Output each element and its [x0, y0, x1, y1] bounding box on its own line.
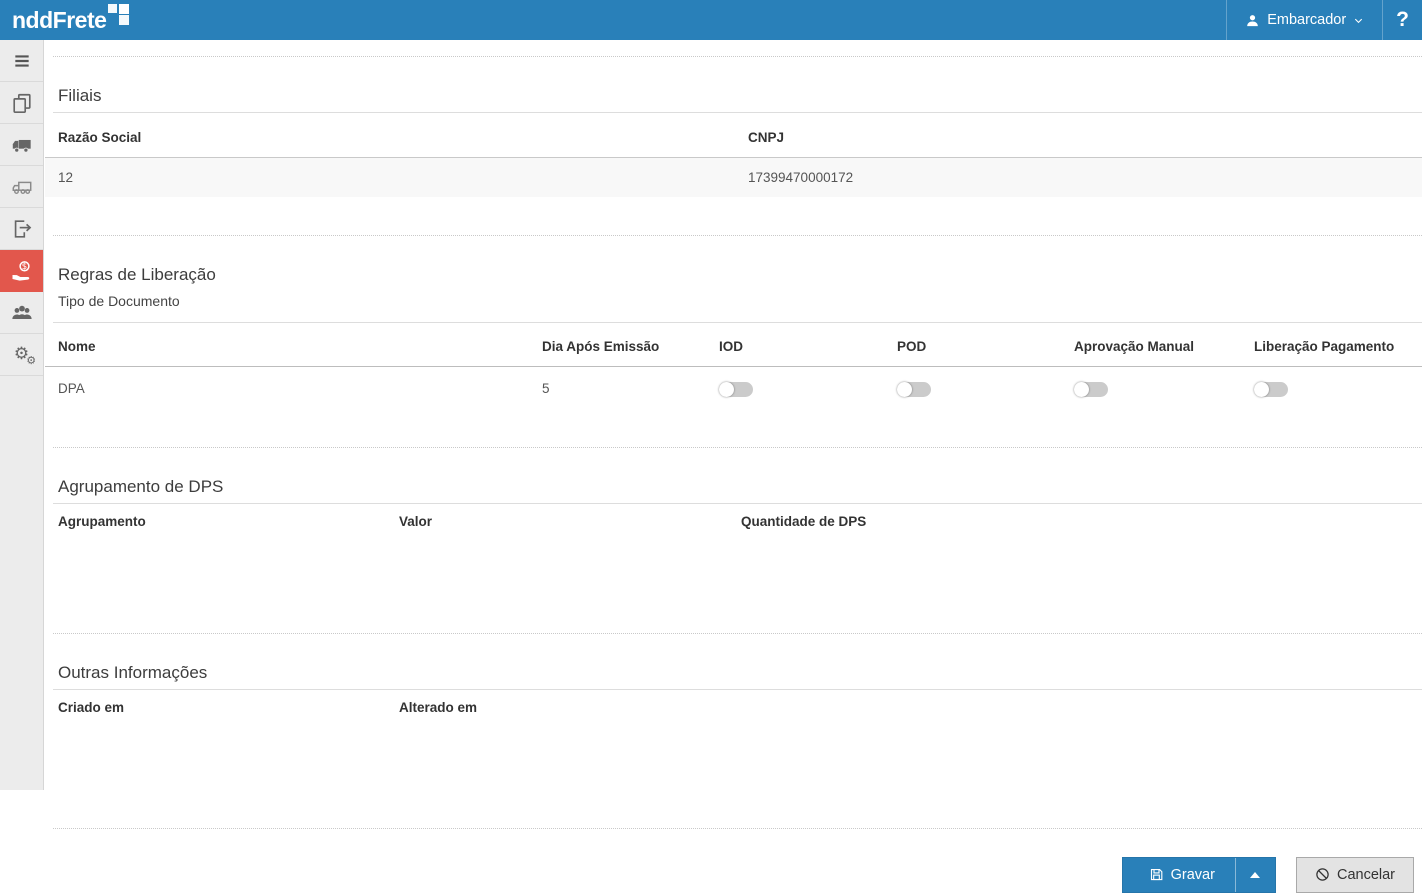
iod-toggle[interactable]	[719, 382, 753, 397]
user-menu-label: Embarcador	[1267, 12, 1346, 28]
filiais-title: Filiais	[58, 85, 1422, 106]
sidebar: $ ⚙⚙	[0, 40, 44, 790]
regra-dia-apos-emissao-value: 5	[529, 367, 706, 418]
regras-col-liberacao-pagamento: Liberação Pagamento	[1241, 323, 1422, 367]
outras-col-criado-em: Criado em	[45, 690, 386, 723]
regras-title: Regras de Liberação	[58, 264, 1422, 285]
svg-text:$: $	[21, 262, 26, 272]
save-options-caret-button[interactable]	[1235, 858, 1275, 892]
section-divider	[53, 447, 1422, 448]
filial-cnpj-value: 17399470000172	[735, 158, 1422, 198]
filiais-table: Razão Social CNPJ 12 17399470000172	[45, 113, 1422, 197]
agrupamento-col-quantidade: Quantidade de DPS	[728, 504, 1422, 537]
app-logo-text: nddFrete	[12, 3, 106, 37]
ndd-logo-mark-icon	[108, 4, 129, 25]
cancel-button[interactable]: Cancelar	[1296, 857, 1414, 893]
agrupamento-section-header: Agrupamento de DPS	[53, 476, 1422, 504]
caret-up-icon	[1250, 872, 1260, 878]
regras-section-header: Regras de Liberação Tipo de Documento	[53, 264, 1422, 323]
sidebar-item-users[interactable]	[0, 292, 43, 334]
regras-col-pod: POD	[884, 323, 1061, 367]
outras-section-header: Outras Informações	[53, 662, 1422, 690]
regras-col-aprovacao-manual: Aprovação Manual	[1061, 323, 1241, 367]
cancel-button-label: Cancelar	[1337, 867, 1395, 883]
user-menu-dropdown[interactable]: Embarcador	[1226, 0, 1382, 40]
filial-razao-social-value: 12	[45, 158, 735, 198]
section-divider	[53, 56, 1422, 57]
save-floppy-icon	[1149, 867, 1164, 882]
section-divider	[53, 828, 1422, 829]
footer-action-bar: Gravar Cancelar	[45, 857, 1422, 893]
sidebar-item-export[interactable]	[0, 208, 43, 250]
section-divider	[53, 633, 1422, 634]
aprovacao-manual-toggle[interactable]	[1074, 382, 1108, 397]
regras-col-iod: IOD	[706, 323, 884, 367]
app-logo[interactable]: nddFrete	[12, 3, 129, 37]
liberacao-pagamento-toggle[interactable]	[1254, 382, 1288, 397]
hamburger-icon	[11, 51, 33, 71]
filiais-col-cnpj: CNPJ	[735, 113, 1422, 158]
gears-icon: ⚙⚙	[14, 346, 29, 363]
sidebar-item-payment-release[interactable]: $	[0, 250, 43, 292]
save-split-button: Gravar	[1122, 857, 1276, 893]
regras-table-row: DPA 5	[45, 367, 1422, 418]
save-button-label: Gravar	[1171, 867, 1215, 883]
regras-table: Nome Dia Após Emissão IOD POD Aprovação …	[45, 323, 1422, 418]
save-button[interactable]: Gravar	[1123, 858, 1235, 892]
truck-outline-icon	[10, 176, 34, 198]
pod-toggle[interactable]	[897, 382, 931, 397]
regras-col-dia-apos-emissao: Dia Após Emissão	[529, 323, 706, 367]
chevron-down-icon	[1353, 15, 1364, 26]
filiais-table-row[interactable]: 12 17399470000172	[45, 158, 1422, 198]
regras-subtitle: Tipo de Documento	[58, 293, 1422, 316]
sidebar-item-truck[interactable]	[0, 124, 43, 166]
outras-table: Criado em Alterado em	[45, 690, 1422, 723]
filiais-section-header: Filiais	[53, 85, 1422, 113]
documents-icon	[11, 92, 33, 114]
truck-icon	[10, 134, 33, 156]
outras-title: Outras Informações	[58, 662, 1422, 683]
sidebar-item-settings[interactable]: ⚙⚙	[0, 334, 43, 376]
document-export-icon	[11, 218, 33, 240]
hand-coin-icon: $	[10, 259, 34, 283]
filiais-col-razao-social: Razão Social	[45, 113, 735, 158]
help-label: ?	[1396, 8, 1409, 32]
users-icon	[10, 302, 34, 324]
regra-nome-value: DPA	[45, 367, 529, 418]
app-header: nddFrete Embarcador ?	[0, 0, 1422, 40]
user-icon	[1245, 13, 1260, 28]
agrupamento-table: Agrupamento Valor Quantidade de DPS	[45, 504, 1422, 537]
outras-col-alterado-em: Alterado em	[386, 690, 1422, 723]
cancel-ban-icon	[1315, 867, 1330, 882]
agrupamento-col-agrupamento: Agrupamento	[45, 504, 386, 537]
section-divider	[53, 235, 1422, 236]
agrupamento-title: Agrupamento de DPS	[58, 476, 1422, 497]
sidebar-item-documents[interactable]	[0, 82, 43, 124]
sidebar-item-truck-outline[interactable]	[0, 166, 43, 208]
regras-col-nome: Nome	[45, 323, 529, 367]
main-content: Filiais Razão Social CNPJ 12 17399470000…	[45, 40, 1422, 790]
agrupamento-col-valor: Valor	[386, 504, 728, 537]
help-button[interactable]: ?	[1382, 0, 1422, 40]
sidebar-item-menu[interactable]	[0, 40, 43, 82]
